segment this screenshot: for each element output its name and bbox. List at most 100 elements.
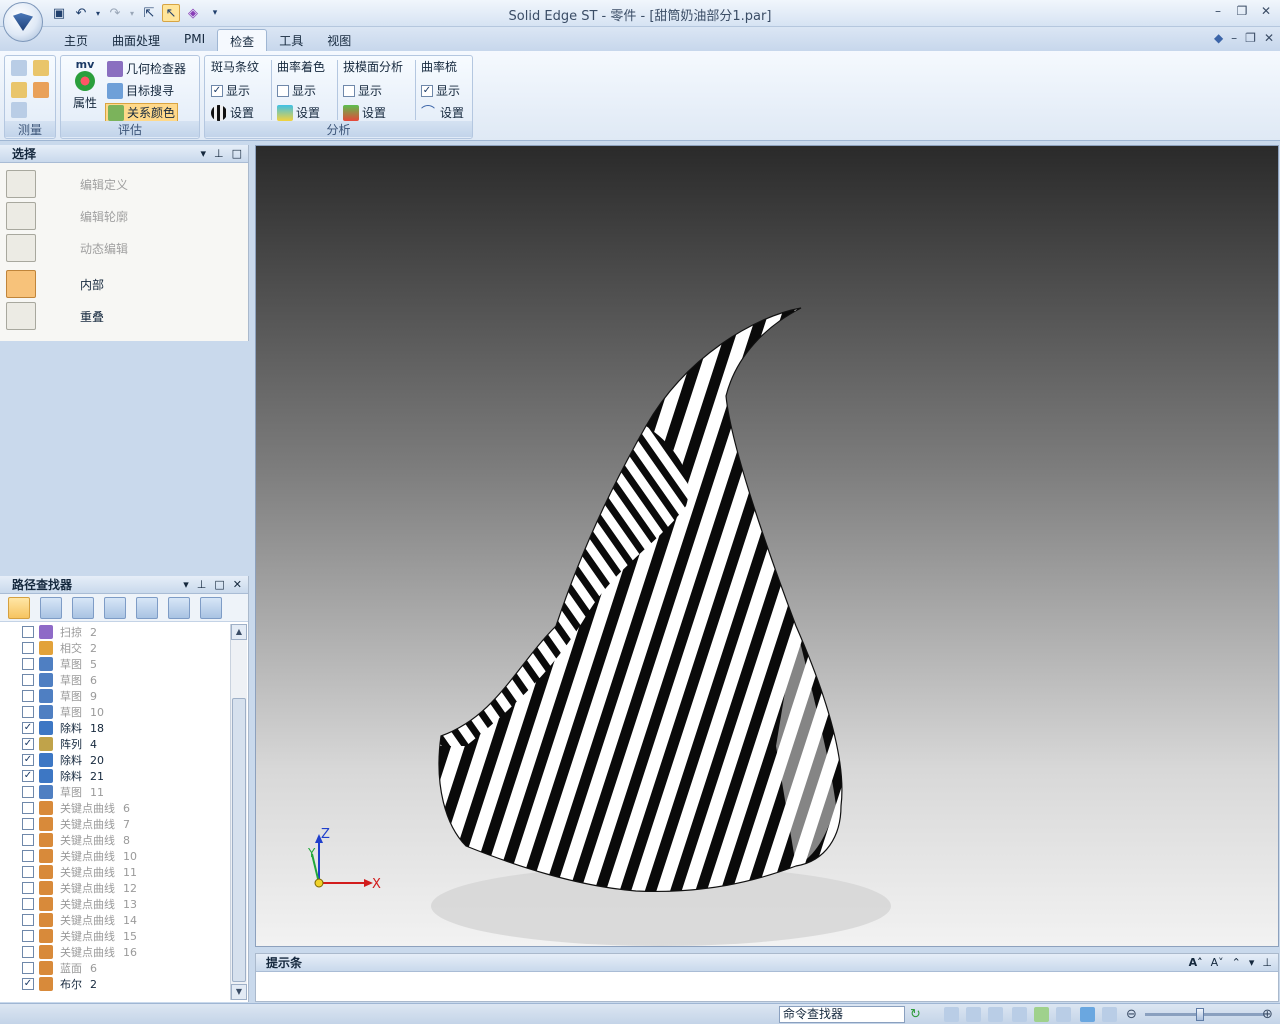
tree-item[interactable]: 扫掠 2 [22, 624, 97, 640]
tree-item-checkbox[interactable]: ✓ [22, 754, 34, 766]
tree-item[interactable]: 草图 6 [22, 672, 97, 688]
select-item-dynamic-edit[interactable]: 动态编辑 [6, 233, 128, 263]
curvature-shading-show-checkbox[interactable]: 显示 [277, 82, 316, 99]
tree-item-checkbox[interactable] [22, 866, 34, 878]
tree-item[interactable]: 关键点曲线 13 [22, 896, 137, 912]
tree-item[interactable]: 关键点曲线 10 [22, 848, 137, 864]
tree-item[interactable]: 草图 10 [22, 704, 104, 720]
tree-item-checkbox[interactable]: ✓ [22, 770, 34, 782]
tree-item-checkbox[interactable] [22, 626, 34, 638]
measure-normal-icon[interactable] [33, 60, 49, 76]
zoom-area-icon[interactable] [944, 1007, 959, 1022]
tree-item[interactable]: 关键点曲线 6 [22, 800, 130, 816]
display-icon[interactable] [168, 597, 190, 619]
geometry-inspector-button[interactable]: 几何检查器 [107, 60, 186, 77]
tree-item[interactable]: ✓ 除料 20 [22, 752, 104, 768]
zebra-settings-button[interactable]: 设置 [211, 104, 254, 121]
application-button[interactable] [3, 2, 43, 42]
fit-icon[interactable] [988, 1007, 1003, 1022]
scroll-thumb[interactable] [232, 698, 246, 982]
tree-item-checkbox[interactable]: ✓ [22, 738, 34, 750]
tree-item-checkbox[interactable] [22, 914, 34, 926]
tree-item[interactable]: 草图 9 [22, 688, 97, 704]
zoom-in-icon[interactable]: ⊕ [1262, 1007, 1277, 1022]
zoom-out-icon[interactable]: ⊖ [1126, 1007, 1141, 1022]
tab-inspect[interactable]: 检查 [217, 29, 268, 51]
view-cube-icon[interactable] [1080, 1007, 1095, 1022]
font-decrease-icon[interactable]: A˅ [1211, 954, 1224, 972]
tree-item-checkbox[interactable] [22, 674, 34, 686]
tree-item[interactable]: 关键点曲线 14 [22, 912, 137, 928]
doc-restore-icon[interactable]: ❐ [1245, 31, 1256, 45]
close-icon[interactable]: ✕ [1258, 3, 1274, 19]
tree-item[interactable]: 关键点曲线 12 [22, 880, 137, 896]
tab-surfacing[interactable]: 曲面处理 [100, 29, 172, 51]
doc-minimize-icon[interactable]: – [1231, 31, 1237, 45]
zebra-cone-model[interactable] [406, 296, 886, 916]
panel-pin-icon[interactable]: ⊥ [1262, 954, 1272, 972]
tree-item-checkbox[interactable] [22, 882, 34, 894]
colors-icon[interactable] [136, 597, 158, 619]
tab-home[interactable]: 主页 [52, 29, 100, 51]
zoom-slider-thumb[interactable] [1196, 1008, 1204, 1021]
minimize-icon[interactable]: – [1210, 3, 1226, 19]
copy-features-icon[interactable] [40, 597, 62, 619]
panel-dropdown-icon[interactable]: ▾ [200, 145, 206, 163]
panel-maximize-icon[interactable]: □ [214, 576, 224, 594]
panel-pin-icon[interactable]: ⊥ [197, 576, 207, 594]
assembly-icon[interactable] [72, 597, 94, 619]
measure-length-icon[interactable] [11, 82, 27, 98]
rotate-icon[interactable] [1034, 1007, 1049, 1022]
zoom-slider-track[interactable] [1145, 1013, 1265, 1016]
measure-inquiry-icon[interactable] [11, 102, 27, 118]
tree-item-checkbox[interactable] [22, 818, 34, 830]
panel-dropdown-icon[interactable]: ▾ [183, 576, 189, 594]
tree-item[interactable]: 关键点曲线 15 [22, 928, 137, 944]
tree-item[interactable]: 关键点曲线 8 [22, 832, 130, 848]
tree-item[interactable]: 关键点曲线 16 [22, 944, 137, 960]
layers-icon[interactable] [104, 597, 126, 619]
doc-close-icon[interactable]: ✕ [1264, 31, 1274, 45]
help-book-icon[interactable]: ◆ [1214, 31, 1223, 45]
relation-colors-button[interactable]: 关系颜色 [105, 103, 179, 122]
tree-item[interactable]: 草图 11 [22, 784, 104, 800]
curvature-comb-show-checkbox[interactable]: ✓ 显示 [421, 82, 460, 99]
zoom-icon[interactable] [966, 1007, 981, 1022]
command-finder-input[interactable]: 命令查找器 [779, 1006, 905, 1023]
tree-item-checkbox[interactable] [22, 642, 34, 654]
tree-item[interactable]: 关键点曲线 7 [22, 816, 130, 832]
refresh-search-icon[interactable]: ↻ [910, 1007, 925, 1022]
settings-icon[interactable] [200, 597, 222, 619]
properties-button[interactable]: mv 属性 [67, 58, 103, 116]
tree-item[interactable]: ✓ 布尔 2 [22, 976, 97, 992]
pathfinder-scrollbar[interactable]: ▲ ▼ [230, 624, 247, 1000]
collapse-icon[interactable]: ⌃ [1232, 954, 1241, 972]
restore-icon[interactable]: ❐ [1234, 3, 1250, 19]
font-increase-icon[interactable]: A˄ [1189, 954, 1203, 972]
panel-maximize-icon[interactable]: □ [232, 145, 242, 163]
draft-analysis-settings-button[interactable]: 设置 [343, 104, 386, 121]
tree-item-checkbox[interactable] [22, 898, 34, 910]
tree-item-checkbox[interactable] [22, 802, 34, 814]
tree-item-checkbox[interactable] [22, 706, 34, 718]
tree-item-checkbox[interactable] [22, 834, 34, 846]
panel-pin-icon[interactable]: ⊥ [214, 145, 224, 163]
measure-distance-icon[interactable] [11, 60, 27, 76]
tab-view[interactable]: 视图 [315, 29, 363, 51]
tree-item-checkbox[interactable] [22, 946, 34, 958]
tree-item-checkbox[interactable] [22, 786, 34, 798]
spin-about-icon[interactable] [1056, 1007, 1071, 1022]
curvature-comb-settings-button[interactable]: ⌒ 设置 [421, 104, 464, 121]
tab-pmi[interactable]: PMI [172, 29, 217, 51]
tree-item-checkbox[interactable]: ✓ [22, 722, 34, 734]
named-views-icon[interactable] [1102, 1007, 1117, 1022]
zebra-show-checkbox[interactable]: ✓ 显示 [211, 82, 250, 99]
tree-item[interactable]: ✓ 阵列 4 [22, 736, 97, 752]
feature-tree-icon[interactable] [8, 597, 30, 619]
select-item-edit-definition[interactable]: 编辑定义 [6, 169, 128, 199]
scroll-up-icon[interactable]: ▲ [231, 624, 247, 640]
tree-item[interactable]: 相交 2 [22, 640, 97, 656]
tree-item-checkbox[interactable] [22, 658, 34, 670]
tree-item[interactable]: 关键点曲线 11 [22, 864, 137, 880]
tree-item-checkbox[interactable] [22, 850, 34, 862]
